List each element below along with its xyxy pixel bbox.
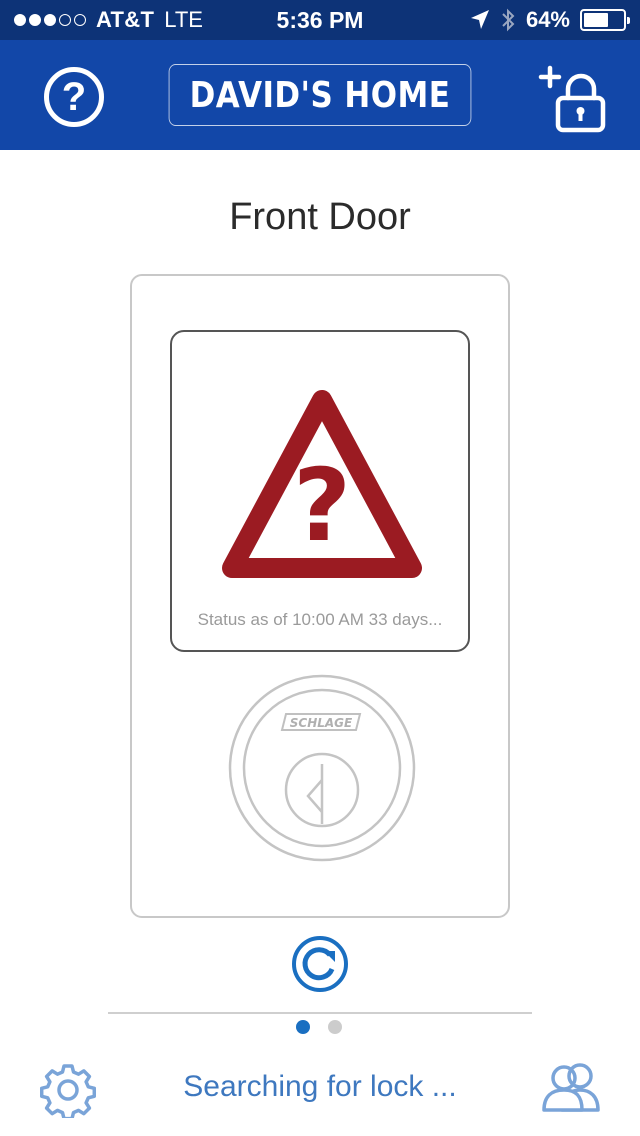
signal-dot bbox=[74, 14, 86, 26]
warning-question-icon: ? bbox=[222, 390, 422, 578]
signal-strength-icon bbox=[14, 14, 86, 26]
signal-dot bbox=[44, 14, 56, 26]
status-bar: AT&T LTE 5:36 PM 64% bbox=[0, 0, 640, 40]
status-right: 64% bbox=[470, 7, 630, 33]
gear-icon[interactable] bbox=[40, 1062, 96, 1118]
signal-dot bbox=[29, 14, 41, 26]
carrier-name: AT&T bbox=[96, 7, 155, 32]
status-time: 5:36 PM bbox=[276, 6, 364, 33]
status-left: AT&T LTE bbox=[14, 7, 203, 33]
signal-dot bbox=[14, 14, 26, 26]
lock-card[interactable]: ? Status as of 10:00 AM 33 days... SCHLA… bbox=[130, 274, 510, 918]
battery-level-fill bbox=[584, 13, 609, 27]
home-name: DAVID'S HOME bbox=[189, 74, 451, 116]
battery-icon bbox=[580, 9, 630, 31]
page-dot[interactable] bbox=[296, 1020, 310, 1034]
lock-status-panel: ? Status as of 10:00 AM 33 days... bbox=[170, 330, 470, 652]
help-button[interactable]: ? bbox=[44, 67, 104, 127]
location-arrow-icon bbox=[470, 10, 489, 29]
refresh-icon[interactable] bbox=[291, 935, 349, 993]
network-type: LTE bbox=[164, 7, 203, 32]
search-status-text: Searching for lock ... bbox=[183, 1070, 457, 1103]
bluetooth-icon bbox=[502, 8, 515, 32]
lock-name-title: Front Door bbox=[229, 196, 411, 238]
users-icon[interactable] bbox=[540, 1060, 604, 1114]
deadbolt-illustration: SCHLAGE bbox=[228, 674, 416, 862]
lock-status-text: Status as of 10:00 AM 33 days... bbox=[197, 610, 443, 629]
battery-percent: 64% bbox=[525, 7, 570, 32]
divider bbox=[108, 1012, 532, 1014]
home-selector-button[interactable]: DAVID'S HOME bbox=[168, 64, 472, 126]
add-lock-icon[interactable] bbox=[536, 62, 608, 134]
brand-logo: SCHLAGE bbox=[290, 716, 353, 730]
help-circle-icon: ? bbox=[61, 74, 87, 119]
app-screen: AT&T LTE 5:36 PM 64% ? DAVID'S HOME Fron… bbox=[0, 0, 640, 1136]
signal-dot bbox=[59, 14, 71, 26]
svg-text:?: ? bbox=[293, 447, 351, 564]
app-header: ? DAVID'S HOME bbox=[0, 40, 640, 150]
page-dot[interactable] bbox=[328, 1020, 342, 1034]
page-indicator bbox=[296, 1020, 342, 1034]
